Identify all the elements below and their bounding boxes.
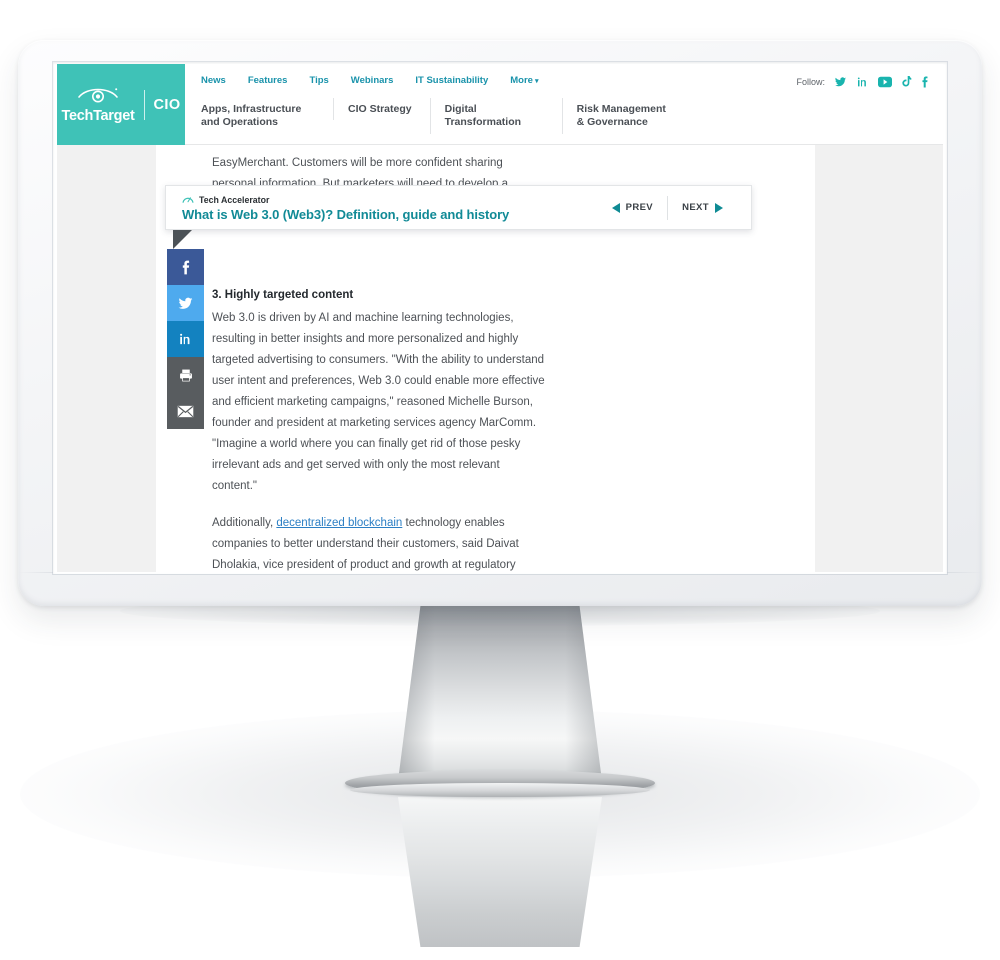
printer-icon <box>179 369 192 381</box>
mainnav-item-digital-transformation[interactable]: Digital Transformation <box>429 98 562 134</box>
eye-logo-icon <box>77 85 119 108</box>
device-mockup-stage: TechTarget CIO News Features Tips Webina… <box>0 0 1000 960</box>
chevron-down-icon: ▾ <box>534 78 539 85</box>
decentralized-blockchain-link[interactable]: decentralized blockchain <box>276 517 402 529</box>
topnav-item-features[interactable]: Features <box>248 75 288 86</box>
topnav-item-webinars[interactable]: Webinars <box>351 75 394 86</box>
mainnav-item-cio-strategy[interactable]: CIO Strategy <box>333 98 430 121</box>
topnav-item-news[interactable]: News <box>201 75 226 86</box>
arrow-left-icon <box>611 202 620 213</box>
youtube-icon[interactable] <box>878 76 892 88</box>
monitor-stand-neck <box>398 606 602 781</box>
accelerator-kicker-label: Tech Accelerator <box>199 194 270 205</box>
tech-accelerator-banner: Tech Accelerator What is Web 3.0 (Web3)?… <box>165 185 752 249</box>
share-print-button[interactable] <box>167 357 204 393</box>
section-name: CIO <box>153 96 181 113</box>
top-navigation: News Features Tips Webinars IT Sustainab… <box>201 75 538 86</box>
header-right: News Features Tips Webinars IT Sustainab… <box>185 64 943 145</box>
brand-name: TechTarget <box>61 108 135 125</box>
twitter-share-icon <box>178 297 193 309</box>
arrow-right-icon <box>715 202 723 213</box>
banner-ribbon-tail <box>173 230 192 249</box>
article-paragraph-2: Additionally, decentralized blockchain t… <box>212 513 546 572</box>
monitor-screen: TechTarget CIO News Features Tips Webina… <box>57 64 943 572</box>
site-header: TechTarget CIO News Features Tips Webina… <box>57 64 943 145</box>
article-paragraph-1: Web 3.0 is driven by AI and machine lear… <box>212 312 545 492</box>
stand-reflection <box>398 797 602 947</box>
logo-divider <box>143 89 145 120</box>
webpage: TechTarget CIO News Features Tips Webina… <box>57 64 943 572</box>
topnav-item-it-sustainability[interactable]: IT Sustainability <box>415 75 488 86</box>
article-subheading: 3. Highly targeted content <box>212 289 354 301</box>
prev-button[interactable]: PREV <box>598 202 667 213</box>
envelope-icon <box>177 405 194 417</box>
linkedin-share-icon <box>180 333 190 345</box>
share-twitter-button[interactable] <box>167 285 204 321</box>
linkedin-icon[interactable] <box>856 76 869 88</box>
next-button[interactable]: NEXT <box>668 202 737 213</box>
accelerator-title[interactable]: What is Web 3.0 (Web3)? Definition, guid… <box>182 207 598 222</box>
monitor-stand-base-rim <box>350 783 650 797</box>
facebook-share-icon <box>182 260 189 274</box>
prev-label: PREV <box>625 202 654 213</box>
share-linkedin-button[interactable] <box>167 321 204 357</box>
facebook-icon[interactable] <box>921 76 929 88</box>
share-email-button[interactable] <box>167 393 204 429</box>
twitter-icon[interactable] <box>834 76 847 88</box>
gauge-icon <box>182 193 194 206</box>
mainnav-item-apps-infrastructure-operations[interactable]: Apps, Infrastructure and Operations <box>201 98 333 134</box>
topnav-item-tips[interactable]: Tips <box>309 75 328 86</box>
follow-bar: Follow: <box>796 76 929 88</box>
site-logo[interactable]: TechTarget CIO <box>57 64 185 145</box>
follow-label: Follow: <box>796 77 825 87</box>
main-navigation: Apps, Infrastructure and Operations CIO … <box>201 98 943 145</box>
mainnav-item-risk-management-governance[interactable]: Risk Management & Governance <box>561 98 694 134</box>
next-label: NEXT <box>682 202 709 213</box>
topnav-item-more[interactable]: More ▾ <box>510 75 538 86</box>
paragraph-2-text-before: Additionally, <box>212 517 277 529</box>
topnav-more-label: More <box>510 75 533 86</box>
share-facebook-button[interactable] <box>167 249 204 285</box>
social-share-rail <box>167 249 204 429</box>
tiktok-icon[interactable] <box>901 76 912 88</box>
